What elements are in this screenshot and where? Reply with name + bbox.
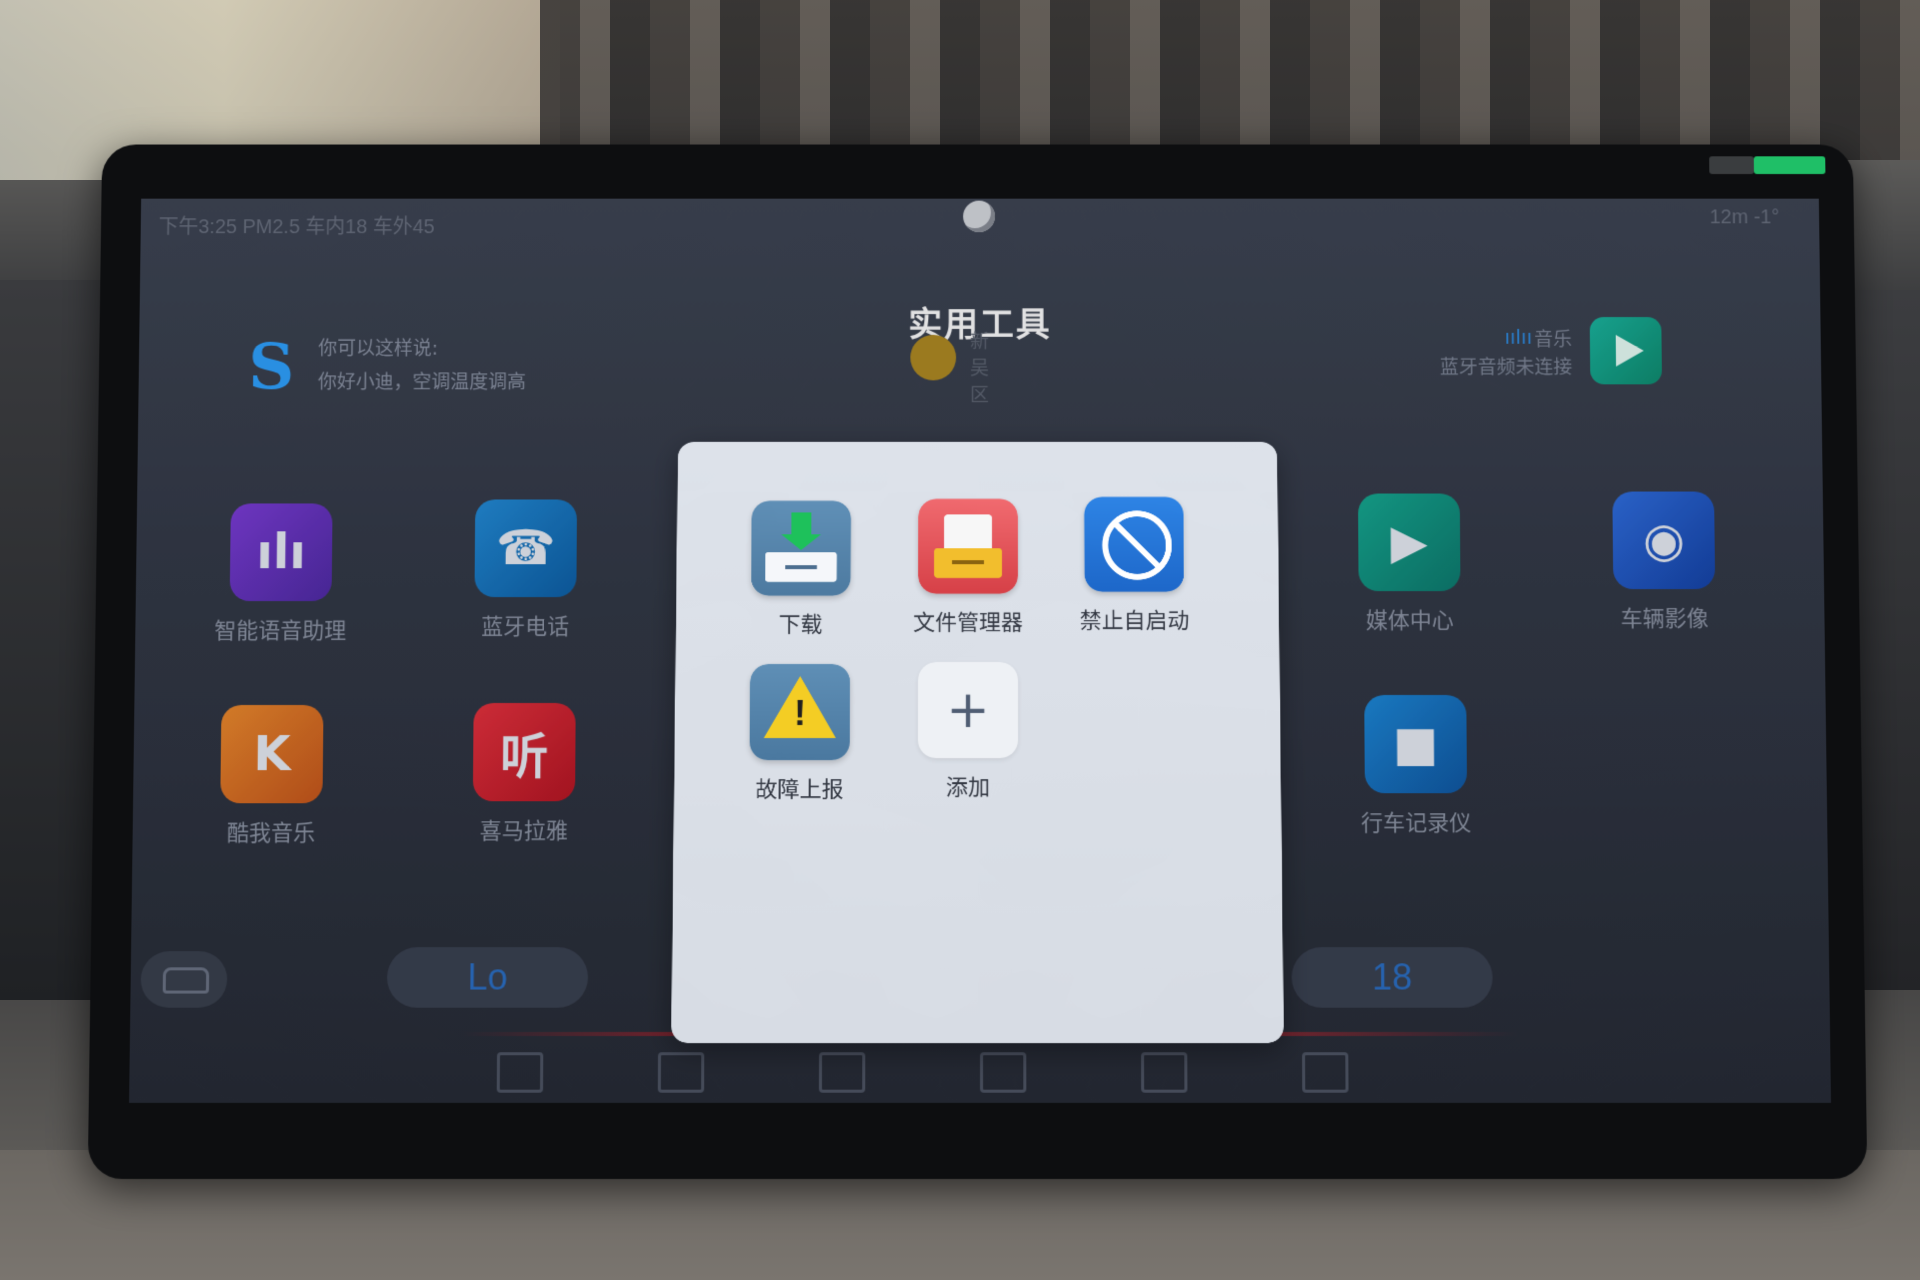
photo-scene: 下午3:25 PM2.5 车内18 车外45 12m -1° 实用工具 S 你可… bbox=[0, 0, 1920, 1280]
tool-add[interactable]: + 添加 bbox=[893, 662, 1044, 802]
tools-folder-popup: 下载 文件管理器 禁止自启动 ! 故障上报 + 添加 bbox=[671, 442, 1284, 1043]
tool-autostart-block[interactable]: 禁止自启动 bbox=[1059, 496, 1209, 635]
tool-label: 禁止自启动 bbox=[1079, 609, 1190, 635]
bezel-sensor bbox=[1709, 156, 1754, 175]
tool-label: 下载 bbox=[778, 613, 823, 639]
autostart-block-icon bbox=[1084, 496, 1185, 592]
warning-icon: ! bbox=[749, 664, 851, 761]
background-window-right bbox=[540, 0, 1920, 160]
tool-fault-report[interactable]: ! 故障上报 bbox=[724, 664, 875, 804]
tool-file-manager[interactable]: 文件管理器 bbox=[893, 498, 1043, 637]
tool-label: 文件管理器 bbox=[913, 611, 1023, 637]
plus-icon: + bbox=[917, 662, 1019, 759]
tool-label: 添加 bbox=[945, 776, 991, 802]
tool-label: 故障上报 bbox=[755, 778, 844, 804]
tool-download[interactable]: 下载 bbox=[726, 500, 876, 639]
home-screen: 下午3:25 PM2.5 车内18 车外45 12m -1° 实用工具 S 你可… bbox=[129, 198, 1831, 1103]
download-icon bbox=[750, 500, 851, 596]
infotainment-display: 下午3:25 PM2.5 车内18 车外45 12m -1° 实用工具 S 你可… bbox=[87, 144, 1868, 1179]
file-manager-icon bbox=[918, 498, 1018, 594]
bezel-indicator bbox=[1753, 156, 1826, 175]
